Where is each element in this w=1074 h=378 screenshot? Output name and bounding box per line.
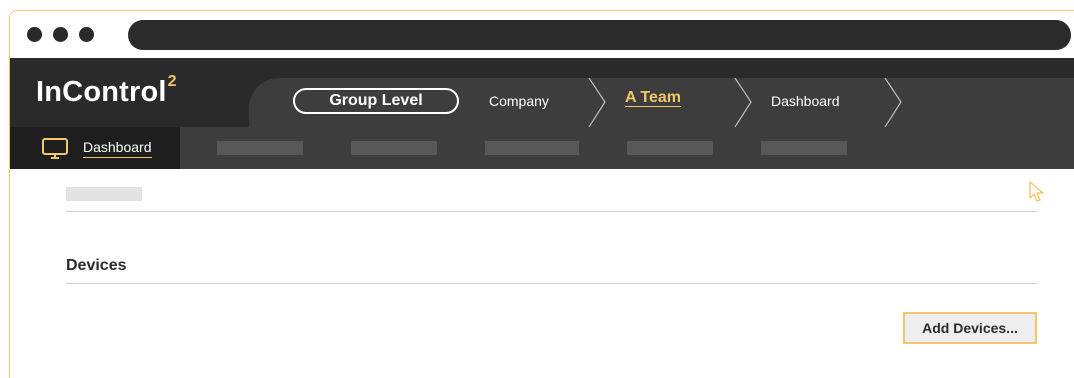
breadcrumb-company[interactable]: Company bbox=[489, 91, 549, 111]
logo-text: InControl bbox=[36, 76, 167, 108]
nav-item-placeholder[interactable] bbox=[761, 141, 847, 155]
app-logo: InControl2 bbox=[36, 73, 177, 109]
nav-item-placeholder[interactable] bbox=[627, 141, 713, 155]
window-close-dot[interactable] bbox=[27, 27, 42, 42]
app-header: InControl2 Group Level Company A Team Da… bbox=[10, 58, 1074, 127]
group-level-button[interactable]: Group Level bbox=[293, 88, 459, 114]
section-title-placeholder bbox=[66, 187, 142, 201]
cursor-pointer-icon bbox=[1029, 181, 1044, 202]
divider bbox=[66, 211, 1037, 212]
nav-item-placeholder[interactable] bbox=[217, 141, 303, 155]
devices-heading: Devices bbox=[66, 257, 127, 274]
breadcrumb: Group Level Company A Team Dashboard bbox=[249, 78, 1074, 127]
browser-chrome bbox=[10, 11, 1074, 58]
chevron-right-icon bbox=[884, 78, 902, 127]
logo-superscript: 2 bbox=[167, 73, 177, 91]
main-nav: Dashboard bbox=[10, 127, 1074, 169]
breadcrumb-team[interactable]: A Team bbox=[625, 88, 681, 108]
address-bar[interactable] bbox=[128, 20, 1071, 50]
breadcrumb-dashboard[interactable]: Dashboard bbox=[771, 91, 840, 111]
window-maximize-dot[interactable] bbox=[79, 27, 94, 42]
browser-window: InControl2 Group Level Company A Team Da… bbox=[9, 10, 1074, 378]
divider bbox=[66, 283, 1037, 284]
add-devices-button[interactable]: Add Devices... bbox=[903, 312, 1037, 344]
nav-item-placeholder[interactable] bbox=[351, 141, 437, 155]
main-content: Devices Add Devices... bbox=[10, 169, 1074, 378]
monitor-icon bbox=[42, 138, 68, 159]
chevron-right-icon bbox=[734, 78, 752, 127]
nav-item-label: Dashboard bbox=[83, 138, 152, 158]
window-minimize-dot[interactable] bbox=[53, 27, 68, 42]
nav-item-placeholder[interactable] bbox=[485, 141, 579, 155]
nav-item-dashboard[interactable]: Dashboard bbox=[10, 127, 180, 169]
chevron-right-icon bbox=[588, 78, 606, 127]
